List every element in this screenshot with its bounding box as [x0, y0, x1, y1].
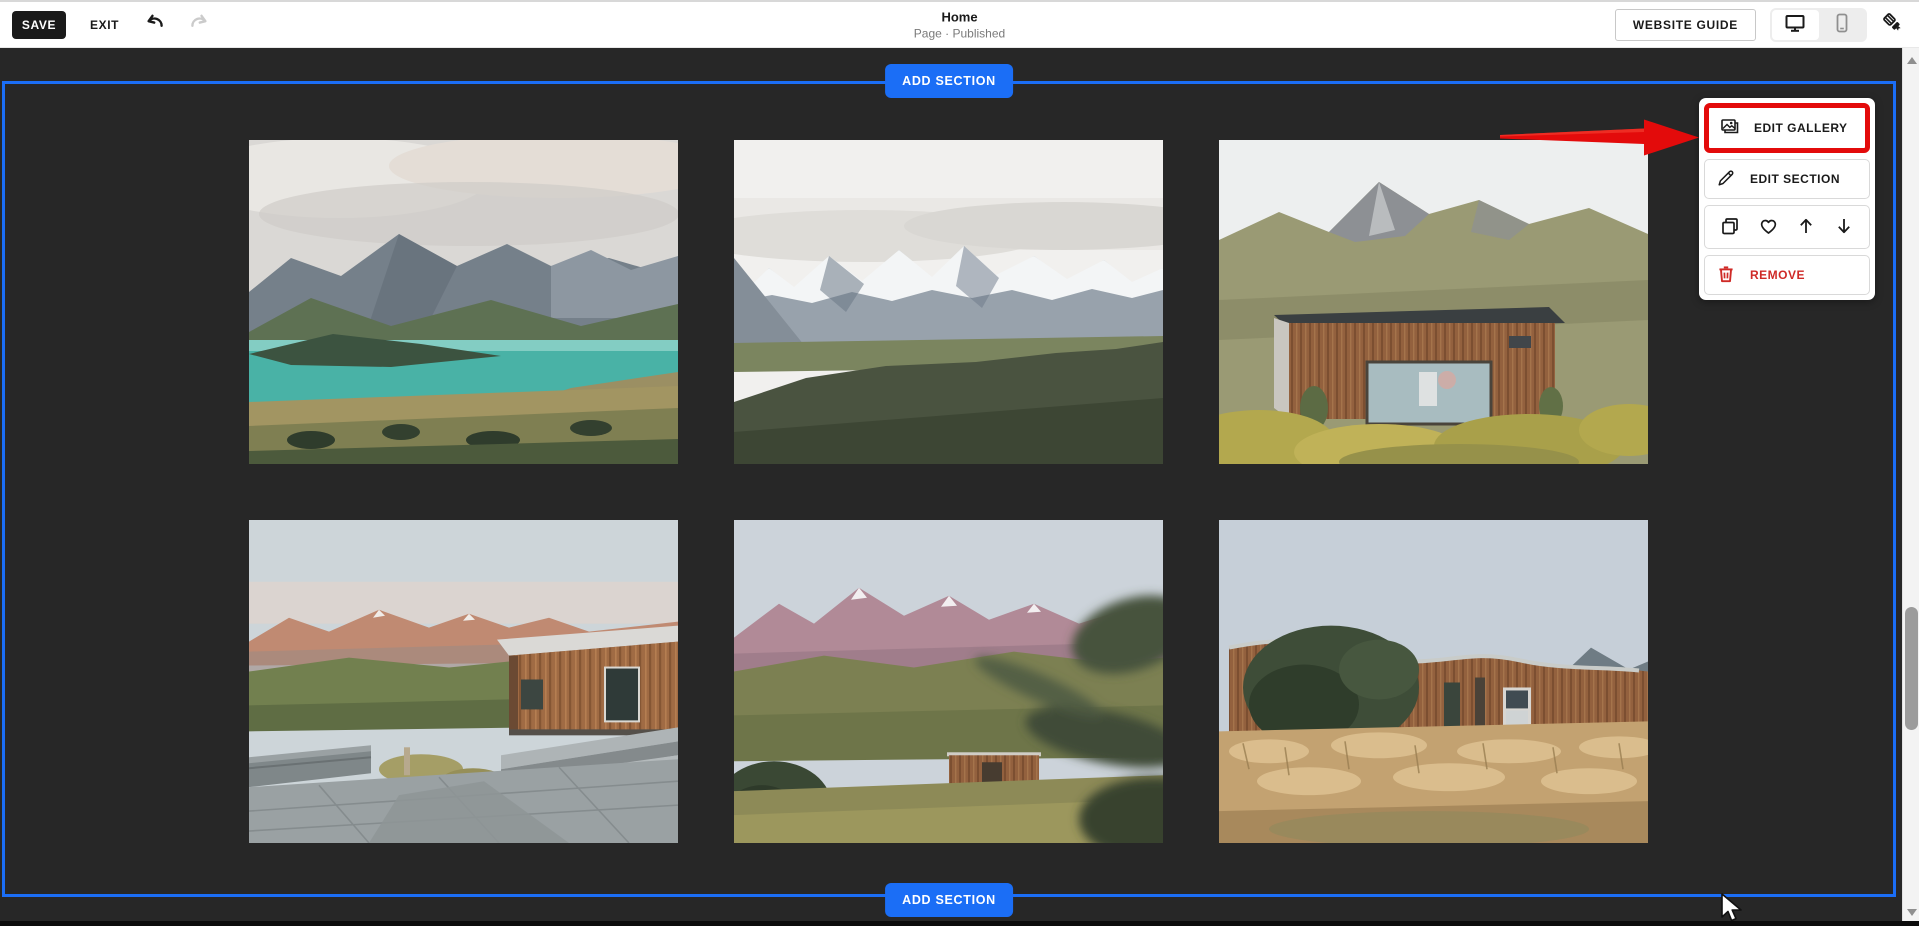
- arrow-down-icon: [1834, 216, 1854, 239]
- device-preview-toggle: [1770, 7, 1867, 42]
- edit-section-button[interactable]: EDIT SECTION: [1704, 159, 1870, 199]
- gallery-grid: [249, 140, 1648, 843]
- edit-gallery-label: EDIT GALLERY: [1754, 121, 1848, 135]
- gallery-image-1[interactable]: [249, 140, 678, 464]
- edit-section-label: EDIT SECTION: [1750, 172, 1841, 186]
- scrollbar-thumb[interactable]: [1905, 607, 1918, 730]
- lake-photo-illustration: [249, 140, 678, 464]
- scroll-down-button[interactable]: [1903, 904, 1919, 920]
- page-status: Page · Published: [913, 26, 1006, 40]
- hills-cabin-photo-illustration: [734, 520, 1163, 843]
- desktop-view-button[interactable]: [1772, 9, 1819, 40]
- save-button[interactable]: SAVE: [12, 10, 66, 39]
- snowy-range-photo-illustration: [734, 140, 1163, 464]
- undo-button[interactable]: [143, 12, 165, 37]
- toolbar-right-group: WEBSITE GUIDE: [1614, 2, 1905, 47]
- trash-icon: [1716, 264, 1736, 287]
- scroll-up-icon: [1906, 56, 1917, 64]
- heart-icon: [1758, 216, 1779, 239]
- page-title: Home: [941, 9, 978, 24]
- website-guide-button[interactable]: WEBSITE GUIDE: [1614, 8, 1756, 41]
- undo-icon: [143, 12, 165, 37]
- scroll-down-icon: [1906, 908, 1917, 916]
- cabin-window-photo-illustration: [1219, 140, 1648, 464]
- window-bottom-edge: [0, 921, 1919, 926]
- add-section-bottom-button[interactable]: ADD SECTION: [885, 883, 1013, 917]
- terrace-house-photo-illustration: [249, 520, 678, 843]
- edit-gallery-button[interactable]: EDIT GALLERY: [1709, 108, 1865, 148]
- meadow-building-photo-illustration: [1219, 520, 1648, 843]
- duplicate-section-button[interactable]: [1718, 215, 1742, 239]
- section-context-menu: EDIT GALLERY EDIT SECTION REMOVE: [1699, 98, 1875, 300]
- exit-button[interactable]: EXIT: [90, 18, 119, 32]
- gallery-image-4[interactable]: [249, 520, 678, 843]
- duplicate-icon: [1720, 216, 1740, 239]
- redo-button[interactable]: [189, 12, 211, 37]
- move-section-down-button[interactable]: [1832, 215, 1856, 239]
- gallery-image-2[interactable]: [734, 140, 1163, 464]
- page-info: Home Page · Published: [914, 9, 1005, 40]
- add-section-top-button[interactable]: ADD SECTION: [885, 64, 1013, 98]
- toolbar-left-group: SAVE EXIT: [12, 2, 211, 47]
- scroll-up-button[interactable]: [1903, 52, 1919, 68]
- mobile-view-button[interactable]: [1819, 10, 1866, 40]
- editor-canvas: ADD SECTION ADD SECTION EDIT GALLERY EDI…: [0, 48, 1902, 926]
- remove-label: REMOVE: [1750, 268, 1806, 282]
- editor-toolbar: SAVE EXIT Home Page · Published WEBSITE …: [0, 0, 1919, 48]
- gallery-image-3[interactable]: [1219, 140, 1648, 464]
- squarespace-editor: SAVE EXIT Home Page · Published WEBSITE …: [0, 0, 1919, 926]
- redo-icon: [189, 12, 211, 37]
- arrow-up-icon: [1796, 216, 1816, 239]
- remove-section-button[interactable]: REMOVE: [1704, 255, 1870, 295]
- gallery-image-5[interactable]: [734, 520, 1163, 843]
- paintbrush-icon: [1881, 11, 1905, 38]
- gallery-image-6[interactable]: [1219, 520, 1648, 843]
- site-styles-button[interactable]: [1881, 11, 1905, 38]
- desktop-monitor-icon: [1784, 12, 1806, 37]
- favorite-section-button[interactable]: [1756, 215, 1780, 239]
- scrollbar-track[interactable]: [1902, 48, 1919, 926]
- move-section-up-button[interactable]: [1794, 215, 1818, 239]
- mobile-phone-icon: [1831, 12, 1853, 37]
- section-actions-row: [1704, 205, 1870, 249]
- pencil-icon: [1716, 168, 1736, 191]
- gallery-icon: [1720, 117, 1740, 140]
- annotation-highlight-box: EDIT GALLERY: [1704, 103, 1870, 153]
